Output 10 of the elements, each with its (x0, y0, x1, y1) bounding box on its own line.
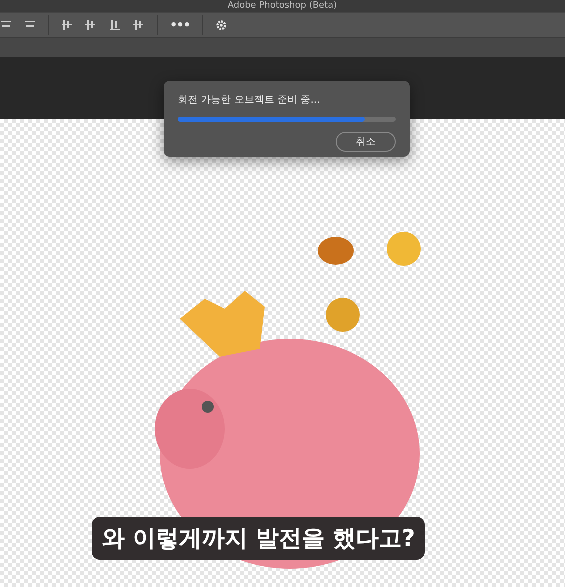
align-icon[interactable] (85, 19, 97, 31)
settings-icon[interactable] (215, 18, 228, 32)
align-icon[interactable] (133, 19, 145, 31)
window-title: Adobe Photoshop (Beta) (228, 0, 338, 12)
align-icon[interactable] (61, 19, 73, 31)
more-button[interactable]: ••• (170, 18, 190, 32)
cancel-button[interactable]: 취소 (336, 132, 396, 152)
progress-message: 회전 가능한 오브젝트 준비 중... (178, 94, 322, 107)
subtitle-caption: 와 이렇게까지 발전을 했다고? (92, 517, 426, 560)
align-icon[interactable] (109, 19, 121, 31)
